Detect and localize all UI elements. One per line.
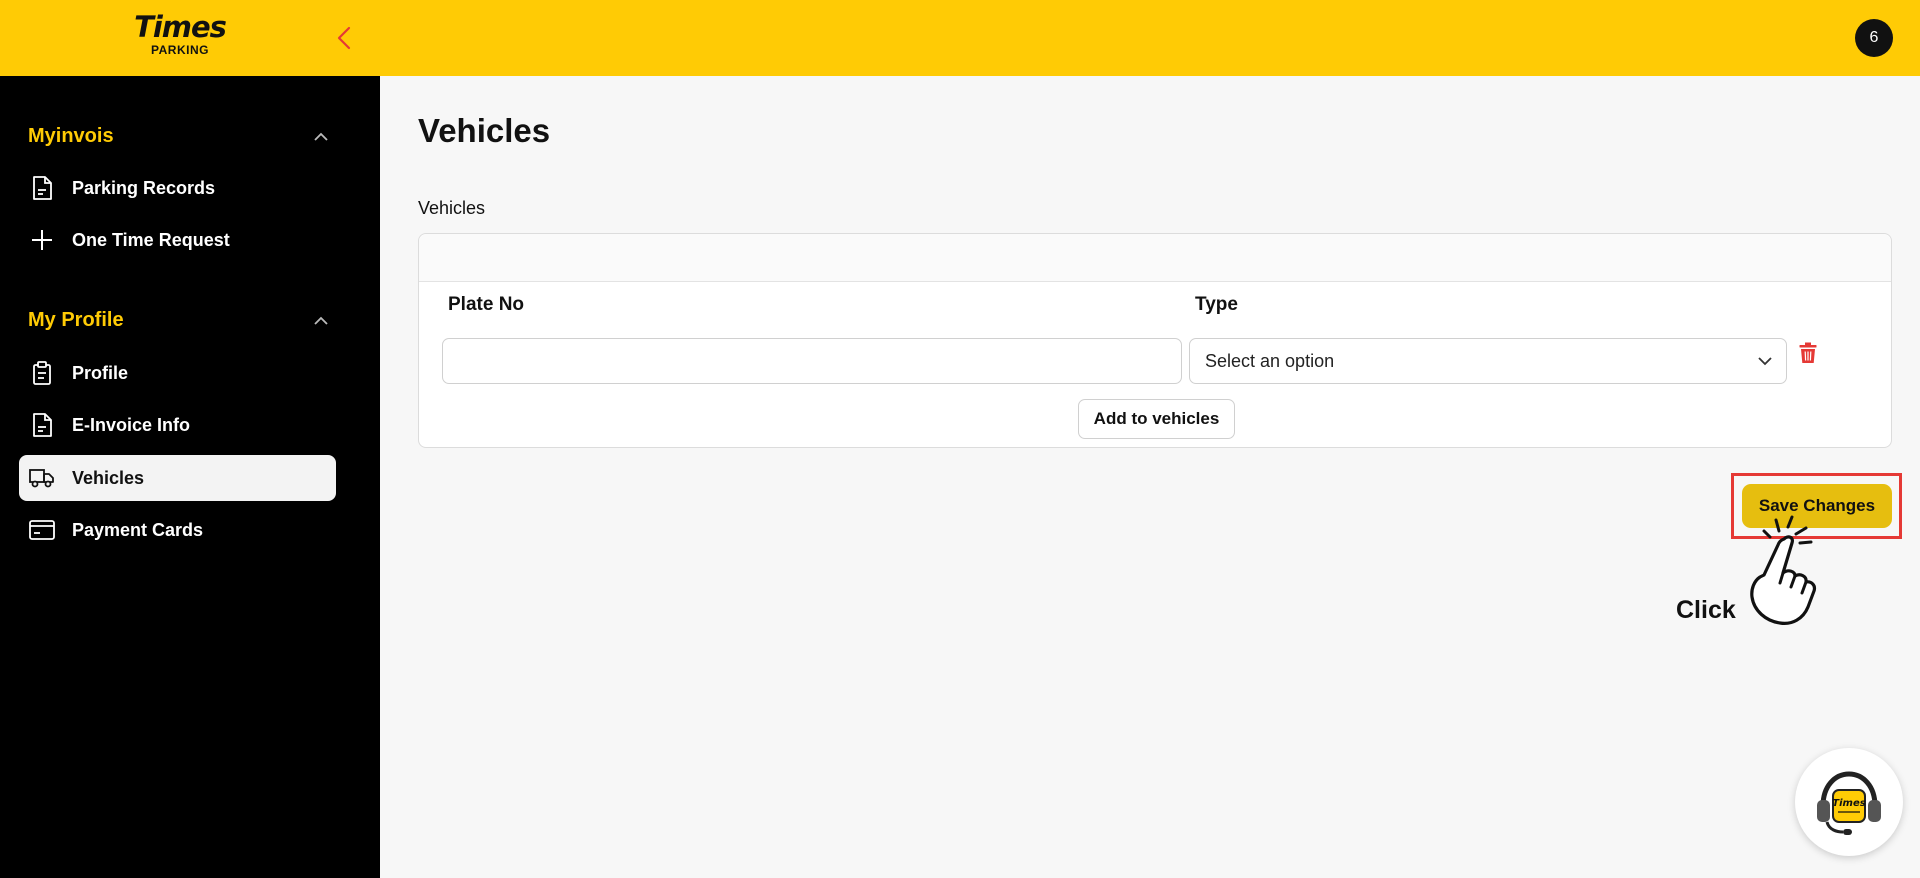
times-parking-logo[interactable]: Times PARKING — [130, 12, 230, 57]
chevron-down-icon — [1758, 356, 1772, 365]
add-to-vehicles-button[interactable]: Add to vehicles — [1078, 399, 1235, 439]
trash-icon — [1799, 342, 1817, 363]
clipboard-icon — [29, 360, 55, 386]
delete-vehicle-button[interactable] — [1794, 338, 1822, 368]
section-title: My Profile — [28, 308, 124, 331]
column-header-type: Type — [1195, 294, 1238, 315]
document-icon — [29, 412, 55, 438]
sidebar-section-myinvois[interactable]: Myinvois — [28, 121, 328, 151]
section-label: Vehicles — [418, 198, 486, 218]
card-header-bar — [419, 234, 1891, 282]
user-avatar[interactable]: 6 — [1855, 19, 1893, 57]
collapse-sidebar-button[interactable] — [330, 22, 358, 54]
vehicle-type-select[interactable]: Select an option — [1189, 338, 1787, 384]
document-icon — [29, 175, 55, 201]
logo-subtitle: PARKING — [151, 43, 209, 57]
truck-icon — [29, 465, 55, 491]
column-header-plate-no: Plate No — [448, 294, 525, 315]
sidebar-item-label: Parking Records — [72, 177, 216, 198]
sidebar-item-label: Payment Cards — [72, 519, 204, 540]
sidebar-item-label: Vehicles — [72, 467, 145, 488]
vehicles-card: Plate No Type Select an option Add to ve… — [418, 233, 1892, 448]
sidebar-item-one-time-request[interactable]: One Time Request — [19, 217, 336, 263]
select-value: Select an option — [1205, 350, 1335, 371]
sidebar-item-profile[interactable]: Profile — [19, 350, 336, 396]
sidebar-item-label: E-Invoice Info — [72, 414, 191, 435]
customer-support-button[interactable]: Times — [1795, 748, 1903, 856]
top-header: Times PARKING 6 — [0, 0, 1920, 76]
sidebar-item-label: One Time Request — [72, 229, 230, 250]
plus-icon — [29, 227, 55, 253]
chevron-up-icon — [314, 132, 328, 141]
plate-no-input[interactable] — [442, 338, 1182, 384]
sidebar-item-payment-cards[interactable]: Payment Cards — [19, 507, 336, 553]
logo-wordmark: Times — [134, 10, 227, 44]
sidebar-item-parking-records[interactable]: Parking Records — [19, 165, 336, 211]
sidebar: Myinvois Parking Records One Time Reques… — [0, 76, 380, 878]
pointing-hand-icon — [1750, 515, 1817, 625]
chevron-left-icon — [337, 26, 351, 50]
support-headset-icon: Times — [1817, 771, 1881, 835]
chevron-up-icon — [314, 316, 328, 325]
sidebar-section-my-profile[interactable]: My Profile — [28, 305, 328, 335]
sidebar-item-e-invoice-info[interactable]: E-Invoice Info — [19, 402, 336, 448]
support-logo-text: Times — [1832, 798, 1865, 809]
section-title: Myinvois — [28, 124, 114, 147]
credit-card-icon — [29, 517, 55, 543]
page-title: Vehicles — [418, 112, 551, 149]
click-annotation-label: Click — [1676, 596, 1736, 624]
sidebar-item-vehicles[interactable]: Vehicles — [19, 455, 336, 501]
sidebar-item-label: Profile — [72, 362, 129, 383]
